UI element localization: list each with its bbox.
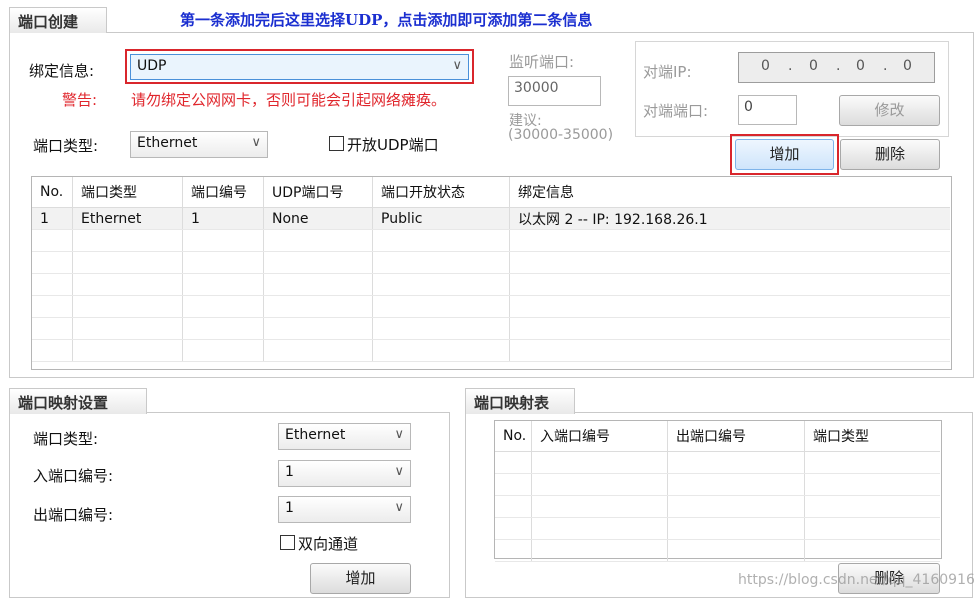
open-udp-checkbox[interactable] (329, 136, 344, 151)
port-map-table: No. 入端口编号 出端口编号 端口类型 (495, 421, 940, 562)
suggest-range: (30000-35000) (508, 127, 614, 143)
delete-button[interactable]: 删除 (840, 139, 940, 170)
in-port-label: 入端口编号: (33, 467, 114, 485)
annotation-text: 第一条添加完后这里选择UDP，点击添加即可添加第二条信息 (180, 11, 593, 29)
col-header-port-number[interactable]: 端口编号 (182, 177, 264, 208)
port-create-tab[interactable]: 端口创建 (9, 7, 107, 33)
table-cell: 以太网 2 -- IP: 192.168.26.1 (509, 207, 950, 230)
out-port-value: 1 (285, 500, 294, 516)
out-port-select[interactable]: 1 ∨ (278, 496, 411, 523)
port-type-label: 端口类型: (33, 137, 99, 155)
chevron-down-icon: ∨ (394, 500, 404, 515)
table-row[interactable]: 1 Ethernet 1 None Public 以太网 2 -- IP: 19… (32, 207, 950, 230)
chevron-down-icon: ∨ (394, 464, 404, 479)
bidirectional-label: 双向通道 (298, 535, 359, 553)
table-row (32, 295, 950, 318)
map-col-header-in-port[interactable]: 入端口编号 (531, 421, 668, 452)
bind-info-label: 绑定信息: (29, 62, 95, 80)
table-cell: Public (372, 207, 510, 230)
peer-port-label: 对端端口: (643, 102, 709, 120)
peer-ip-octet-4: 0 (903, 58, 912, 74)
peer-ip-dot: . (883, 58, 888, 74)
port-map-table-tab[interactable]: 端口映射表 (465, 388, 575, 414)
port-map-settings-tab[interactable]: 端口映射设置 (9, 388, 147, 414)
open-udp-label: 开放UDP端口 (347, 136, 439, 154)
table-row (495, 517, 940, 540)
chevron-down-icon: ∨ (394, 427, 404, 442)
listen-port-value: 30000 (514, 80, 559, 96)
out-port-label: 出端口编号: (33, 506, 114, 524)
col-header-open-status[interactable]: 端口开放状态 (372, 177, 510, 208)
in-port-select[interactable]: 1 ∨ (278, 460, 411, 487)
peer-ip-octet-2: 0 (809, 58, 818, 74)
table-cell: 1 (182, 207, 264, 230)
chevron-down-icon: ∨ (251, 135, 261, 150)
in-port-value: 1 (285, 464, 294, 480)
warning-text: 请勿绑定公网网卡，否则可能会引起网络瘫痪。 (131, 91, 447, 109)
col-header-no[interactable]: No. (32, 177, 73, 208)
map-col-header-out-port[interactable]: 出端口编号 (667, 421, 805, 452)
table-cell: 1 (32, 207, 73, 230)
port-table: No. 端口类型 端口编号 UDP端口号 端口开放状态 绑定信息 1 Ether… (32, 177, 950, 362)
map-port-type-select[interactable]: Ethernet ∨ (278, 423, 411, 450)
table-row (32, 251, 950, 274)
map-port-type-label: 端口类型: (33, 430, 99, 448)
map-col-header-port-type[interactable]: 端口类型 (804, 421, 940, 452)
bind-info-value: UDP (137, 58, 167, 74)
table-row (32, 273, 950, 296)
table-row (32, 317, 950, 340)
table-cell: None (263, 207, 373, 230)
port-type-value: Ethernet (137, 135, 198, 151)
peer-ip-dot: . (836, 58, 841, 74)
bind-info-select[interactable]: UDP ∨ (130, 54, 469, 80)
peer-ip-label: 对端IP: (643, 63, 692, 81)
peer-ip-octet-3: 0 (856, 58, 865, 74)
port-table-header: No. 端口类型 端口编号 UDP端口号 端口开放状态 绑定信息 (32, 177, 950, 208)
peer-port-input[interactable]: 0 (738, 95, 797, 125)
col-header-port-type[interactable]: 端口类型 (72, 177, 183, 208)
col-header-udp-port[interactable]: UDP端口号 (263, 177, 373, 208)
map-port-type-value: Ethernet (285, 427, 346, 443)
watermark: https://blog.csdn.net/qq_4160916 (738, 572, 975, 588)
table-row (32, 339, 950, 362)
map-col-header-no[interactable]: No. (495, 421, 532, 452)
listen-port-label: 监听端口: (509, 53, 575, 71)
map-add-button[interactable]: 增加 (310, 563, 411, 594)
peer-ip-octet-1: 0 (761, 58, 770, 74)
table-cell: Ethernet (72, 207, 183, 230)
add-button[interactable]: 增加 (735, 139, 834, 170)
table-row (495, 495, 940, 518)
table-row (495, 539, 940, 562)
table-row (495, 451, 940, 474)
warning-label: 警告: (62, 91, 98, 109)
bidirectional-checkbox[interactable] (280, 535, 295, 550)
peer-ip-input[interactable]: 0 . 0 . 0 . 0 (738, 52, 935, 83)
col-header-bind-info[interactable]: 绑定信息 (509, 177, 950, 208)
map-table-header: No. 入端口编号 出端口编号 端口类型 (495, 421, 940, 452)
listen-port-input[interactable]: 30000 (508, 76, 601, 106)
port-type-select[interactable]: Ethernet ∨ (130, 131, 268, 158)
table-row (495, 473, 940, 496)
chevron-down-icon: ∨ (452, 58, 462, 73)
table-row (32, 229, 950, 252)
peer-port-value: 0 (744, 99, 753, 115)
peer-ip-dot: . (788, 58, 793, 74)
modify-button[interactable]: 修改 (839, 95, 940, 126)
